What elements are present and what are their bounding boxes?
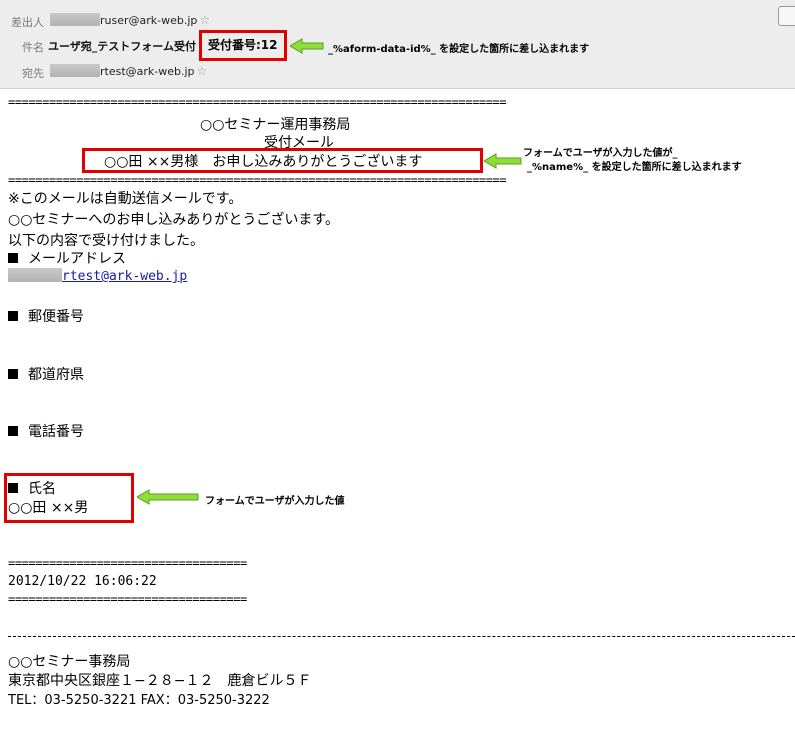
- name-heading-label: 氏名: [28, 481, 56, 497]
- square-bullet-icon: [8, 311, 18, 321]
- zip-heading-label: 郵便番号: [28, 309, 84, 325]
- arrow-left-icon: [484, 153, 522, 169]
- receipt-number-highlight: 受付番号:12: [199, 30, 287, 61]
- rule-top: ========================================…: [8, 95, 507, 109]
- footer-address: 東京都中央区銀座１−２８−１２ 鹿倉ビル５Ｆ: [8, 673, 312, 689]
- square-bullet-icon: [8, 253, 18, 263]
- from-field[interactable]: ruser@ark-web.jp ☆: [50, 13, 210, 27]
- subject-label: 件名: [22, 41, 44, 54]
- timestamp: 2012/10/22 16:06:22: [8, 574, 157, 589]
- to-address: rtest@ark-web.jp: [100, 65, 195, 78]
- star-icon[interactable]: ☆: [197, 64, 208, 78]
- intro-line-2: ○○セミナーへのお申し込みありがとうございます。: [8, 212, 340, 228]
- greeting-text: ○○田 ××男様 お申し込みありがとうございます: [104, 154, 423, 170]
- header-action-button[interactable]: [778, 6, 795, 26]
- footer-tel: TEL：03-5250-3221 FAX：03-5250-3222: [8, 693, 270, 708]
- subject-text: ユーザ宛_テストフォーム受付: [48, 40, 196, 53]
- email-heading: メールアドレス: [8, 248, 126, 268]
- redacted-block: [50, 64, 100, 77]
- email-link-text[interactable]: rtest@ark-web.jp: [62, 269, 187, 284]
- redacted-block: [8, 268, 62, 282]
- name-annotation-line2: _%name%_ を設定した箇所に差し込まれます: [527, 162, 742, 173]
- name-heading: 氏名: [8, 478, 56, 498]
- footer-separator: [8, 636, 795, 637]
- from-label: 差出人: [11, 16, 44, 29]
- org-title: ○○セミナー運用事務局: [200, 117, 351, 133]
- to-label: 宛先: [22, 67, 44, 80]
- redacted-block: [50, 13, 100, 26]
- intro-line-1: ※このメールは自動送信メールです。: [8, 191, 243, 207]
- footer-org: ○○セミナー事務局: [8, 654, 131, 670]
- rule-short-top: ===================================: [8, 556, 247, 570]
- square-bullet-icon: [8, 369, 18, 379]
- field-annotation: フォームでユーザが入力した値: [205, 496, 345, 507]
- arrow-left-icon: [137, 489, 199, 505]
- from-address: ruser@ark-web.jp: [100, 14, 198, 27]
- square-bullet-icon: [8, 426, 18, 436]
- arrow-left-icon: [290, 38, 324, 54]
- pref-heading: 都道府県: [8, 364, 84, 384]
- name-annotation-line1: フォームでユーザが入力した値が_: [523, 148, 678, 159]
- zip-heading: 郵便番号: [8, 306, 84, 326]
- star-icon[interactable]: ☆: [199, 13, 210, 27]
- rule-short-bottom: ===================================: [8, 592, 247, 606]
- tel-heading: 電話番号: [8, 421, 84, 441]
- pref-heading-label: 都道府県: [28, 367, 84, 383]
- rule-mid: ========================================…: [8, 173, 507, 187]
- receipt-annotation: _%aform-data-id%_ を設定した箇所に差し込まれます: [328, 44, 590, 55]
- to-field[interactable]: rtest@ark-web.jp ☆: [50, 64, 207, 78]
- name-value: ○○田 ××男: [8, 500, 89, 516]
- tel-heading-label: 電話番号: [28, 424, 84, 440]
- square-bullet-icon: [8, 483, 18, 493]
- email-heading-label: メールアドレス: [28, 251, 126, 267]
- email-link[interactable]: rtest@ark-web.jp: [8, 268, 187, 284]
- intro-line-3: 以下の内容で受け付けました。: [8, 233, 204, 249]
